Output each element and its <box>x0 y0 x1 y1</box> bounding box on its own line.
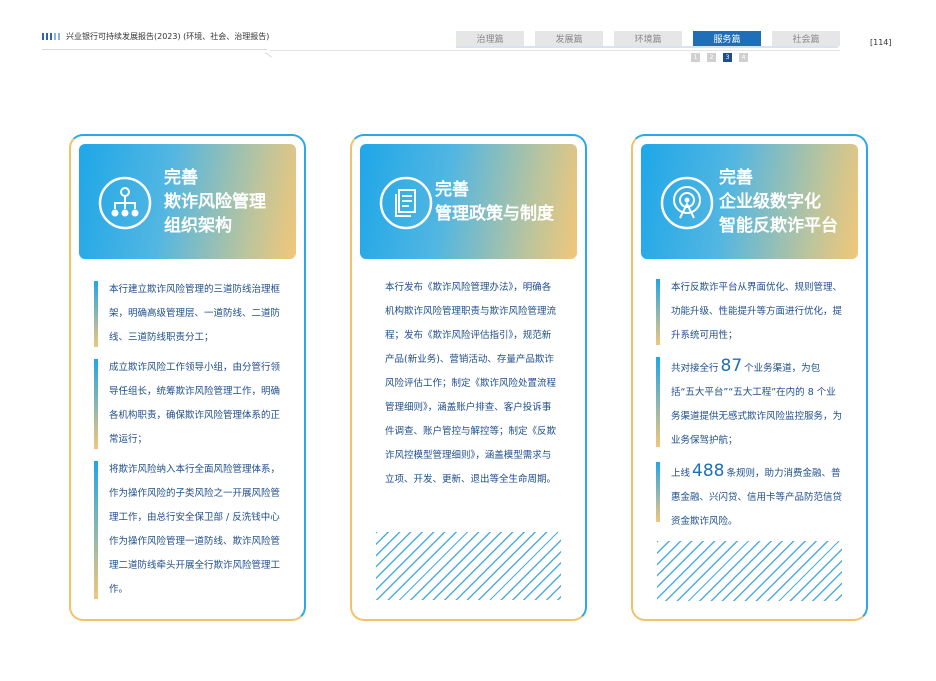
card-fraud-risk-organization: 完善 欺诈风险管理 组织架构 本行建立欺诈风险管理的三道防线治理框架，明确高级管… <box>69 134 306 621</box>
page-number: [114] <box>870 38 892 47</box>
card-title-line2: 企业级数字化 <box>719 192 821 212</box>
channel-count: 87 <box>720 356 743 376</box>
tab-service[interactable]: 服务篇 <box>693 31 761 46</box>
paragraph-marker <box>94 461 98 599</box>
card-paragraph: 成立欺诈风险工作领导小组，由分管行领导任组长，统筹欺诈风险管理工作，明确各机构职… <box>94 356 281 452</box>
header-bars-icon <box>42 32 60 40</box>
paragraph-marker <box>656 357 660 447</box>
card-paragraph: 本行建立欺诈风险管理的三道防线治理框架，明确高级管理层、一道防线、二道防线、三道… <box>94 278 281 350</box>
card-paragraph: 将欺诈风险纳入本行全面风险管理体系，作为操作风险的子类风险之一开展风险管理工作，… <box>94 458 281 602</box>
card-title-line3: 组织架构 <box>164 216 232 236</box>
report-title: 兴业银行可持续发展报告(2023) (环境、社会、治理报告) <box>66 31 270 41</box>
tab-environment[interactable]: 环境篇 <box>614 31 682 46</box>
card-title-line1: 完善 <box>164 168 198 188</box>
card-title-line3: 智能反欺诈平台 <box>719 216 838 236</box>
section-number-2[interactable]: 2 <box>707 53 716 62</box>
card-anti-fraud-platform: 完善 企业级数字化 智能反欺诈平台 本行反欺诈平台从界面优化、规则管理、功能升级… <box>631 134 868 621</box>
card-paragraph: 本行发布《欺诈风险管理办法》，明确各机构欺诈风险管理职责与欺诈风险管理流程；发布… <box>385 282 557 485</box>
card-title-line1: 完善 <box>435 180 469 200</box>
tab-governance[interactable]: 治理篇 <box>456 31 524 46</box>
card-paragraph: 本行反欺诈平台从界面优化、规则管理、功能升级、性能提升等方面进行优化，提升系统可… <box>656 276 843 348</box>
card-header: 完善 管理政策与制度 <box>360 144 577 259</box>
card-title-line1: 完善 <box>719 168 753 188</box>
rule-count: 488 <box>692 461 725 481</box>
card-paragraph: 上线 488 条规则，助力消费金融、普惠金融、兴闪贷、信用卡等产品防范信贷资金欺诈风… <box>656 459 843 534</box>
card-header: 完善 企业级数字化 智能反欺诈平台 <box>641 144 858 259</box>
hatch-decoration <box>376 532 561 600</box>
chapter-tabs: 治理篇 发展篇 环境篇 服务篇 社会篇 <box>456 31 840 46</box>
radar-icon <box>660 176 714 230</box>
tab-society[interactable]: 社会篇 <box>772 31 840 46</box>
card-paragraph: 共对接全行 87 个业务渠道，为包括“五大平台”“五大工程”在内的 8 个业务渠道提… <box>656 354 843 453</box>
org-structure-icon <box>98 176 152 230</box>
tab-development[interactable]: 发展篇 <box>535 31 603 46</box>
section-numbers: 1 2 3 4 <box>691 53 748 62</box>
card-header: 完善 欺诈风险管理 组织架构 <box>79 144 296 259</box>
section-number-1[interactable]: 1 <box>691 53 700 62</box>
card-title-line2: 欺诈风险管理 <box>164 192 266 212</box>
paragraph-marker <box>94 359 98 449</box>
tabs-underline <box>456 46 838 48</box>
header-divider-2 <box>270 50 840 51</box>
card-management-policy: 完善 管理政策与制度 本行发布《欺诈风险管理办法》，明确各机构欺诈风险管理职责与… <box>350 134 587 621</box>
paragraph-marker <box>656 279 660 345</box>
card-title-line2: 管理政策与制度 <box>435 204 554 224</box>
header-divider <box>42 44 267 50</box>
paragraph-marker <box>94 281 98 347</box>
hatch-decoration <box>657 541 842 601</box>
report-header: 兴业银行可持续发展报告(2023) (环境、社会、治理报告) <box>42 29 269 43</box>
section-number-4[interactable]: 4 <box>739 53 748 62</box>
section-number-3[interactable]: 3 <box>723 53 732 62</box>
paragraph-marker <box>656 462 660 522</box>
document-icon <box>379 176 433 230</box>
